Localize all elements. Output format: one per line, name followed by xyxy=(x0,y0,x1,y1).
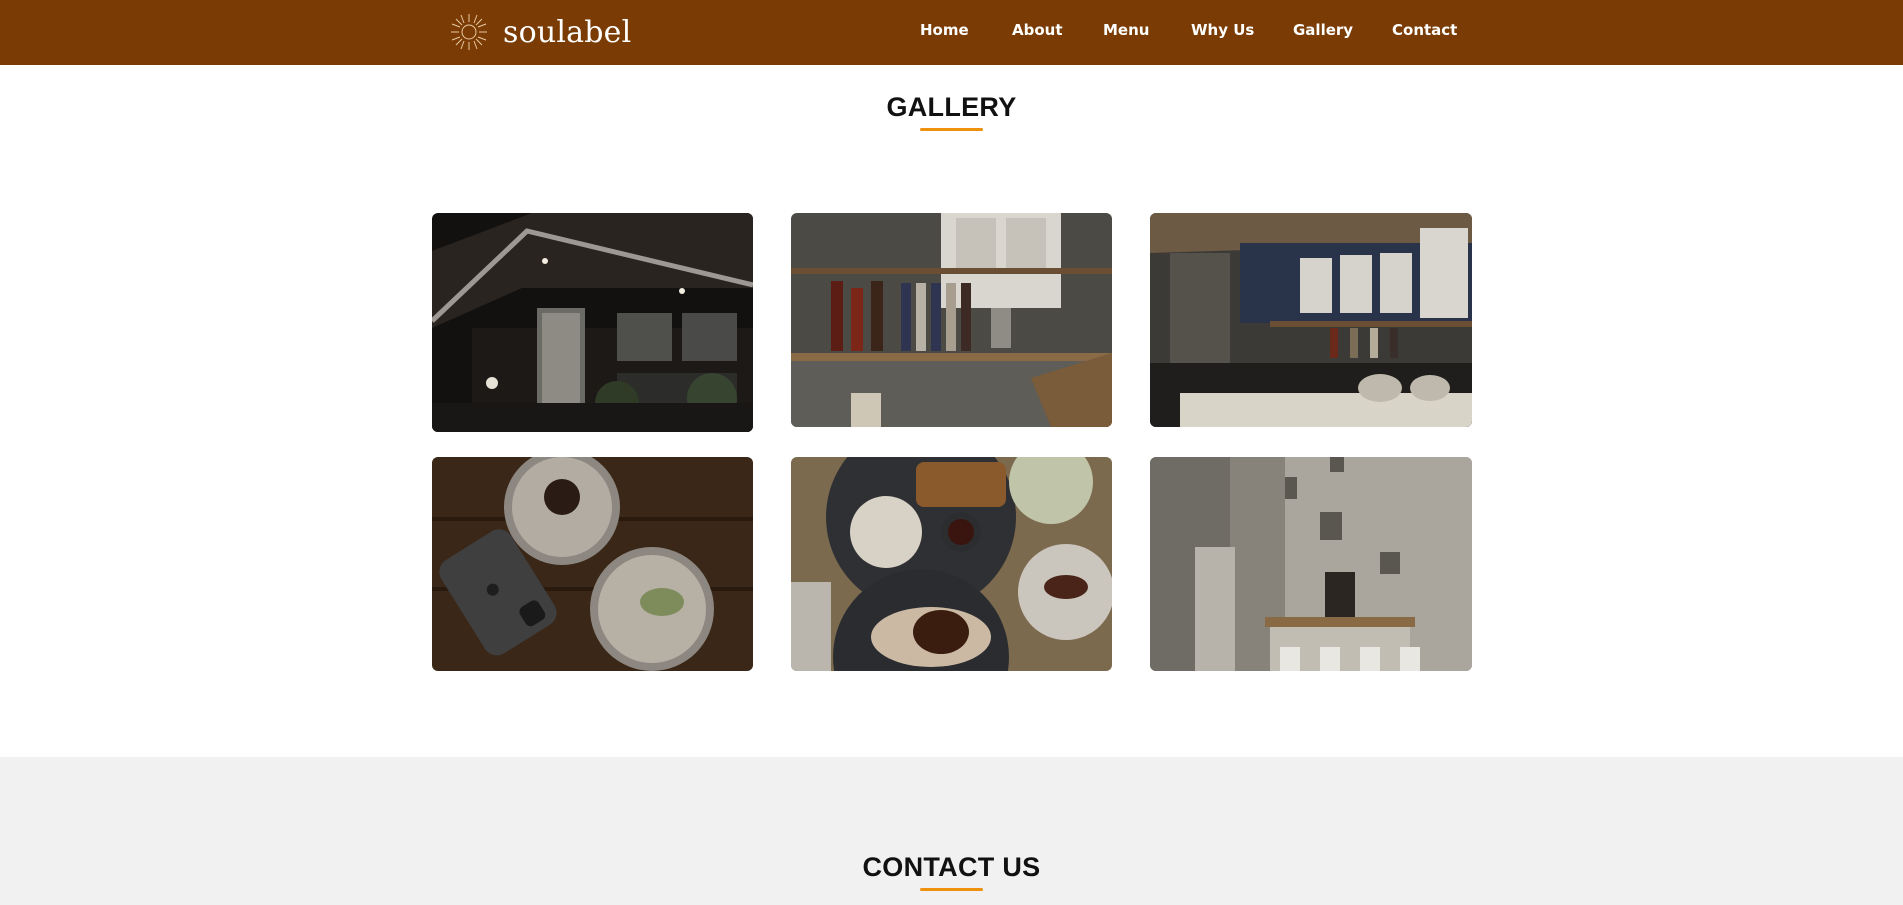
gallery-image-lattes-table[interactable] xyxy=(432,457,753,671)
gallery-image-interior-seating[interactable] xyxy=(1150,457,1472,671)
contact-heading-underline xyxy=(920,888,983,891)
gallery-heading-underline xyxy=(920,128,983,131)
cafe-exterior-photo xyxy=(432,213,753,432)
nav-link-menu[interactable]: Menu xyxy=(1103,21,1149,39)
top-navbar: soulabel Home About Menu Why Us Gallery … xyxy=(0,0,1903,65)
gallery-image-counter-menu[interactable] xyxy=(1150,213,1472,427)
gallery-heading: GALLERY xyxy=(886,92,1017,122)
gallery-image-cafe-exterior[interactable] xyxy=(432,213,753,432)
main-nav: Home About Menu Why Us Gallery Contact xyxy=(0,0,1903,65)
coffee-bar-photo xyxy=(791,213,1112,427)
nav-link-why-us[interactable]: Why Us xyxy=(1191,21,1254,39)
interior-seating-photo xyxy=(1150,457,1472,671)
counter-menu-photo xyxy=(1150,213,1472,427)
rice-meals-photo xyxy=(791,457,1112,671)
gallery-image-rice-meals[interactable] xyxy=(791,457,1112,671)
nav-link-contact[interactable]: Contact xyxy=(1392,21,1457,39)
nav-link-gallery[interactable]: Gallery xyxy=(1293,21,1353,39)
contact-heading: CONTACT US xyxy=(862,852,1041,882)
gallery-image-coffee-bar[interactable] xyxy=(791,213,1112,427)
lattes-table-photo xyxy=(432,457,753,671)
nav-link-about[interactable]: About xyxy=(1012,21,1063,39)
nav-link-home[interactable]: Home xyxy=(920,21,969,39)
